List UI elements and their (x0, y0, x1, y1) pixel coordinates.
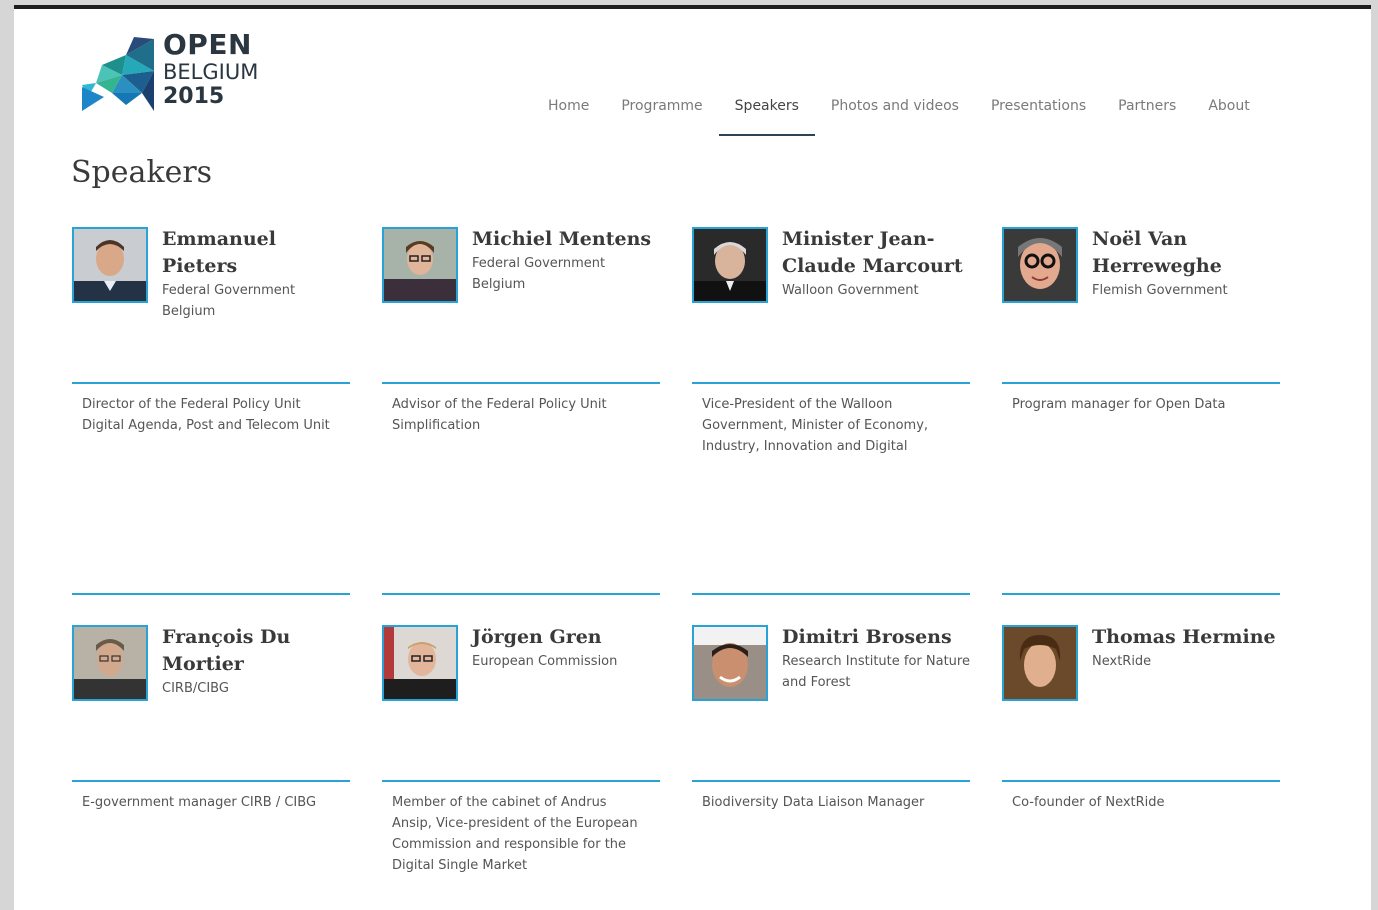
nav-item-about[interactable]: About (1192, 93, 1265, 131)
nav-item-partners[interactable]: Partners (1102, 93, 1192, 131)
speaker-name[interactable]: Noël Van Herreweghe Flemish Government (1092, 226, 1282, 301)
logo-text: OPEN BELGIUM 2015 (163, 31, 258, 108)
speaker-role: Member of the cabinet of Andrus Ansip, V… (392, 795, 638, 873)
nav-item-home[interactable]: Home (532, 93, 605, 131)
speaker-name[interactable]: Minister Jean-Claude Marcourt Walloon Gov… (782, 226, 972, 301)
speaker-organization: Federal Government Belgium (162, 283, 296, 319)
speaker-name[interactable]: Michiel Mentens Federal Government Belgiu… (472, 226, 662, 295)
page-title: Speakers (71, 155, 213, 190)
speaker-name[interactable]: Thomas Hermine NextRide (1092, 624, 1282, 672)
main-nav: Home Programme Speakers Photos and video… (532, 93, 1266, 136)
speaker-name[interactable]: Jörgen Gren European Commission (472, 624, 662, 672)
speaker-organization: NextRide (1092, 654, 1152, 669)
logo-year: 2015 (163, 84, 225, 109)
page: OPEN BELGIUM 2015 Home Programme Speaker… (14, 5, 1371, 910)
speaker-photo[interactable] (72, 227, 148, 303)
speaker-photo[interactable] (692, 227, 768, 303)
section-divider (1002, 593, 1280, 595)
section-divider (72, 593, 350, 595)
speaker-divider (692, 382, 970, 384)
speaker-divider (1002, 780, 1280, 782)
speaker-divider (382, 382, 660, 384)
speaker-organization: Walloon Government (782, 283, 919, 298)
speaker-divider (692, 780, 970, 782)
speaker-divider (382, 780, 660, 782)
logo-word-open: OPEN (163, 28, 252, 61)
speaker-divider (72, 780, 350, 782)
nav-item-speakers[interactable]: Speakers (718, 93, 815, 136)
speaker-photo[interactable] (382, 625, 458, 701)
speaker-photo[interactable] (382, 227, 458, 303)
speaker-photo[interactable] (72, 625, 148, 701)
speaker-photo[interactable] (1002, 227, 1078, 303)
speaker-name[interactable]: François Du Mortier CIRB/CIBG (162, 624, 352, 699)
section-divider (382, 593, 660, 595)
speaker-role: Co-founder of NextRide (1012, 795, 1165, 810)
speaker-organization: Flemish Government (1092, 283, 1228, 298)
nav-item-photos-and-videos[interactable]: Photos and videos (815, 93, 975, 131)
speaker-name[interactable]: Emmanuel Pieters Federal Government Belgi… (162, 226, 352, 322)
speaker-photo[interactable] (1002, 625, 1078, 701)
nav-item-presentations[interactable]: Presentations (975, 93, 1102, 131)
speaker-organization: European Commission (472, 654, 618, 669)
speaker-role: Biodiversity Data Liaison Manager (702, 795, 925, 810)
logo-word-belgium: BELGIUM (163, 60, 259, 84)
speaker-role: Program manager for Open Data (1012, 397, 1226, 412)
speaker-role: Director of the Federal Policy Unit Digi… (82, 397, 330, 433)
speaker-photo[interactable] (692, 625, 768, 701)
speaker-divider (1002, 382, 1280, 384)
speaker-name[interactable]: Dimitri Brosens Research Institute for Na… (782, 624, 972, 693)
speaker-divider (72, 382, 350, 384)
speaker-role: E-government manager CIRB / CIBG (82, 795, 317, 810)
speaker-role: Vice-President of the Walloon Government… (702, 397, 929, 454)
speaker-organization: Federal Government Belgium (472, 256, 606, 292)
speaker-organization: Research Institute for Nature and Forest (782, 654, 970, 690)
logo-triangles-icon (82, 37, 154, 111)
nav-item-programme[interactable]: Programme (605, 93, 718, 131)
speaker-role: Advisor of the Federal Policy Unit Simpl… (392, 397, 607, 433)
speaker-organization: CIRB/CIBG (162, 681, 229, 696)
open-belgium-logo[interactable]: OPEN BELGIUM 2015 (82, 31, 282, 117)
section-divider (692, 593, 970, 595)
